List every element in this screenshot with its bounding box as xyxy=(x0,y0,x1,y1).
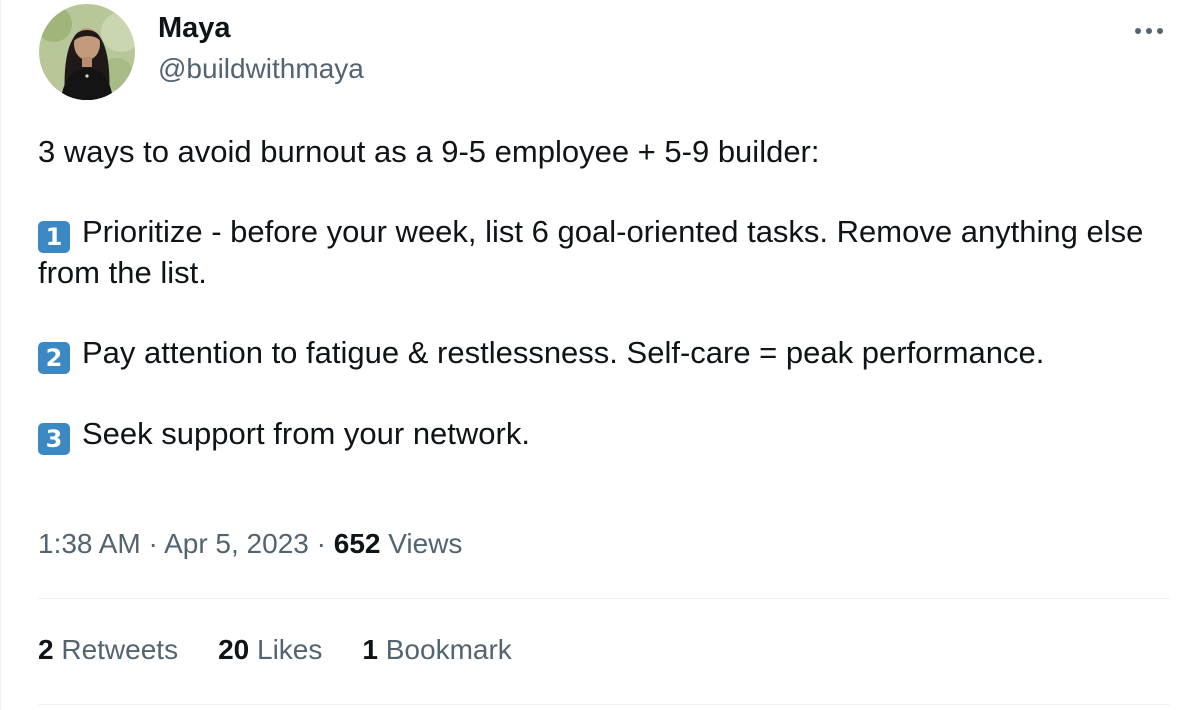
likes-label: Likes xyxy=(257,634,323,665)
tweet-intro: 3 ways to avoid burnout as a 9-5 employe… xyxy=(38,134,820,169)
tweet-timestamp[interactable]: 1:38 AM · Apr 5, 2023 xyxy=(38,528,309,559)
divider xyxy=(38,598,1170,599)
bookmarks-count: 1 xyxy=(362,634,378,665)
meta-separator: · xyxy=(316,528,326,559)
engagement-stats: 2 Retweets 20 Likes 1 Bookmark xyxy=(38,634,552,666)
tweet-card: Maya @buildwithmaya 3 ways to avoid burn… xyxy=(0,0,1200,710)
tweet-time: 1:38 AM xyxy=(38,528,141,559)
avatar-photo xyxy=(39,4,135,100)
keycap-three-icon: 3 xyxy=(38,423,70,455)
likes-count: 20 xyxy=(218,634,250,665)
more-horizontal-icon xyxy=(1135,28,1163,34)
views-count: 652 xyxy=(333,528,381,559)
retweets-label: Retweets xyxy=(61,634,179,665)
tweet-point-text: Seek support from your network. xyxy=(82,416,530,451)
avatar[interactable] xyxy=(39,4,135,100)
views-link[interactable]: 652 Views xyxy=(334,528,463,559)
tweet-meta: 1:38 AM · Apr 5, 2023 · 652 Views xyxy=(38,528,462,560)
retweets-stat[interactable]: 2 Retweets xyxy=(38,634,178,666)
meta-separator: · xyxy=(148,528,158,559)
tweet-point-text: Pay attention to fatigue & restlessness.… xyxy=(82,335,1045,370)
retweets-count: 2 xyxy=(38,634,54,665)
user-handle[interactable]: @buildwithmaya xyxy=(158,53,364,85)
tweet-point-text: Prioritize - before your week, list 6 go… xyxy=(38,214,1144,290)
keycap-two-icon: 2 xyxy=(38,342,70,374)
views-label: Views xyxy=(388,528,463,559)
tweet-point-3: 3 Seek support from your network. xyxy=(38,414,1148,455)
keycap-one-icon: 1 xyxy=(38,221,70,253)
bookmarks-stat[interactable]: 1 Bookmark xyxy=(362,634,511,666)
tweet-point-2: 2 Pay attention to fatigue & restlessness… xyxy=(38,333,1148,374)
more-options-button[interactable] xyxy=(1127,14,1171,48)
divider xyxy=(38,704,1170,705)
tweet-point-1: 1 Prioritize - before your week, list 6 g… xyxy=(38,212,1148,293)
bookmarks-label: Bookmark xyxy=(385,634,512,665)
tweet-text: 3 ways to avoid burnout as a 9-5 employe… xyxy=(38,132,1148,455)
display-name[interactable]: Maya xyxy=(158,12,231,45)
likes-stat[interactable]: 20 Likes xyxy=(218,634,322,666)
tweet-date: Apr 5, 2023 xyxy=(164,528,309,559)
